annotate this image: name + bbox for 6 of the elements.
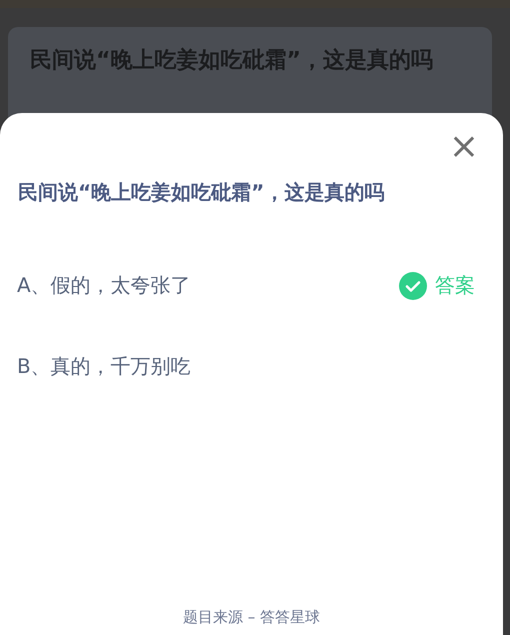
option-text[interactable]: B、真的，千万别吃 (17, 353, 475, 380)
source-footer: 题目来源 – 答答星球 (0, 608, 503, 635)
close-button[interactable]: × (448, 133, 479, 157)
answer-label: 答案 (435, 272, 475, 299)
question-title: 民间说“晚上吃姜如吃砒霜”，这是真的吗 (17, 179, 386, 206)
option-text[interactable]: A、假的，太夸张了 (17, 272, 399, 299)
